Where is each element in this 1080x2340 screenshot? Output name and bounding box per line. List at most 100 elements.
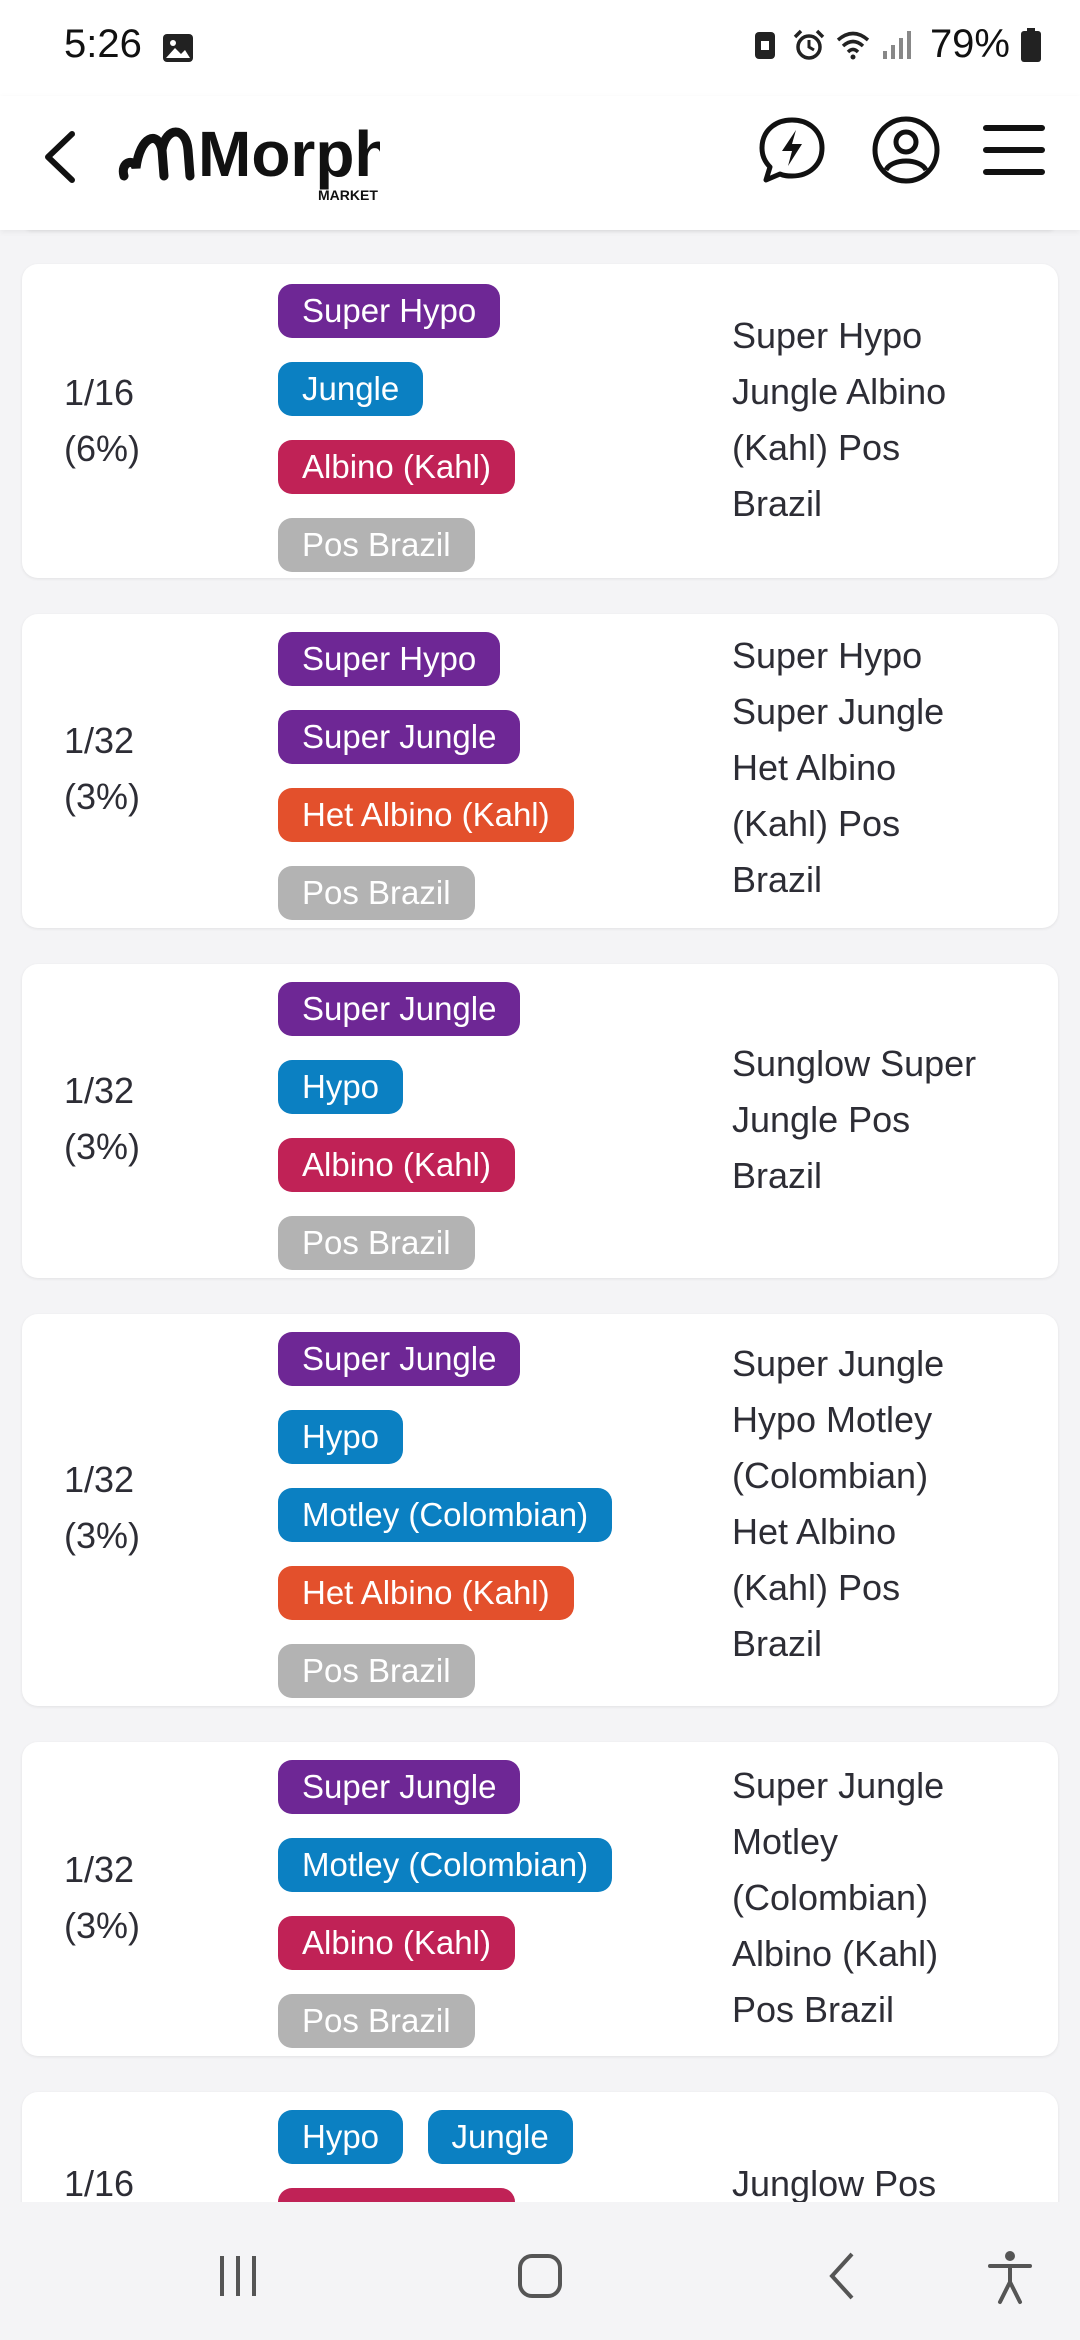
morph-name-line: Super Hypo	[732, 315, 923, 356]
odds-fraction: 1/16	[64, 372, 135, 413]
morph-name: Junglow Pos	[732, 2156, 1032, 2202]
morph-name: Super Hypo Super Jungle Het Albino (Kahl…	[732, 628, 1032, 908]
morph-name-line: Super Jungle	[732, 1343, 945, 1384]
morph-name: Super Jungle Motley (Colombian) Albino (…	[732, 1758, 1032, 2038]
morph-name-line: Brazil	[732, 1623, 823, 1664]
trait-tag[interactable]: Albino (Kahl)	[278, 1138, 515, 1192]
odds-label: 1/32 (3%)	[64, 713, 140, 825]
odds-fraction: 1/32	[64, 1070, 135, 1111]
trait-tag[interactable]: Jungle	[278, 362, 424, 416]
signal-icon	[882, 30, 911, 59]
morph-name-line: Jungle Albino	[732, 371, 947, 412]
trait-tag[interactable]: Super Hypo	[278, 632, 501, 686]
morph-name-line: Super Jungle	[732, 691, 945, 732]
odds-fraction: 1/32	[64, 1849, 135, 1890]
trait-tag[interactable]: Pos Brazil	[278, 1216, 475, 1270]
odds-label: 1/16 (6%)	[64, 365, 140, 477]
status-bar: 5:26 79%	[0, 0, 1080, 96]
battery-percent: 79%	[929, 22, 1010, 66]
trait-tag[interactable]: Het Albino (Kahl)	[278, 1566, 574, 1620]
result-card[interactable]: 1/32 (3%) Super Jungle Motley (Colombian…	[22, 1742, 1058, 2056]
morph-name-line: Het Albino	[732, 1511, 897, 1552]
result-card[interactable]: 1/32 (3%) Super Hypo Super Jungle Het Al…	[22, 614, 1058, 928]
odds-fraction: 1/16	[64, 2163, 135, 2202]
trait-tag[interactable]: Super Jungle	[278, 710, 521, 764]
odds-fraction: 1/32	[64, 1459, 135, 1500]
trait-tag[interactable]: Hypo	[278, 2110, 404, 2164]
morph-name: Super Jungle Hypo Motley (Colombian) Het…	[732, 1336, 1032, 1672]
odds-percent: (6%)	[64, 428, 141, 469]
odds-fraction: 1/32	[64, 720, 135, 761]
trait-tag[interactable]: Albino (Kahl)	[278, 1916, 515, 1970]
trait-tag[interactable]: Pos Brazil	[278, 866, 475, 920]
svg-text:Morph: Morph	[198, 118, 380, 190]
odds-percent: (3%)	[64, 776, 141, 817]
morph-name-line: (Kahl) Pos	[732, 803, 901, 844]
system-nav-bar	[0, 2202, 1080, 2340]
status-icons: 79%	[748, 22, 1042, 67]
trait-tag[interactable]: Motley (Colombian)	[278, 1488, 613, 1542]
chat-bolt-icon[interactable]	[756, 114, 828, 186]
trait-tag[interactable]: Albino (Kahl)	[278, 2188, 515, 2202]
odds-label: 1/32 (3%)	[64, 1452, 140, 1564]
trait-tag[interactable]: Super Jungle	[278, 982, 521, 1036]
odds-label: 1/32 (3%)	[64, 1063, 140, 1175]
morph-name: Super Hypo Jungle Albino (Kahl) Pos Braz…	[732, 308, 1032, 532]
svg-text:MARKET: MARKET	[318, 187, 378, 203]
trait-tag[interactable]: Het Albino (Kahl)	[278, 788, 574, 842]
morph-name-line: Pos Brazil	[732, 1989, 895, 2030]
wifi-icon	[836, 31, 870, 59]
odds-percent: (3%)	[64, 1515, 141, 1556]
trait-tag[interactable]: Super Jungle	[278, 1760, 521, 1814]
image-icon	[163, 34, 193, 62]
status-time: 5:26	[64, 22, 142, 66]
morph-name: Sunglow Super Jungle Pos Brazil	[732, 1036, 1032, 1204]
morph-name-line: Super Hypo	[732, 635, 923, 676]
result-card[interactable]: 1/32 (3%) Super Jungle Hypo Motley (Colo…	[22, 1314, 1058, 1706]
trait-tag[interactable]: Pos Brazil	[278, 518, 475, 572]
morph-name-line: Het Albino	[732, 747, 897, 788]
result-card[interactable]: 1/32 (3%) Super Jungle Hypo Albino (Kahl…	[22, 964, 1058, 1278]
accessibility-icon[interactable]	[980, 2246, 1040, 2306]
odds-percent: (3%)	[64, 1126, 141, 1167]
alarm-icon	[793, 29, 825, 60]
recent-apps-icon[interactable]	[208, 2246, 268, 2306]
odds-label: 1/32 (3%)	[64, 1842, 140, 1954]
hamburger-menu-icon[interactable]	[982, 120, 1046, 180]
trait-tag[interactable]: Hypo	[278, 1060, 404, 1114]
battery-icon	[1021, 27, 1041, 62]
morph-name-line: Brazil	[732, 859, 823, 900]
home-icon[interactable]	[510, 2246, 570, 2306]
trait-tag[interactable]: Super Jungle	[278, 1332, 521, 1386]
trait-tag[interactable]: Motley (Colombian)	[278, 1838, 613, 1892]
morph-name-line: Sunglow Super	[732, 1043, 977, 1084]
trait-tag[interactable]: Jungle	[427, 2110, 573, 2164]
offspring-results-list[interactable]: 1/16 (6%) Super Hypo Jungle Albino (Kahl…	[0, 230, 1080, 2202]
trait-tag[interactable]: Pos Brazil	[278, 1994, 475, 2048]
morph-name-line: Motley	[732, 1821, 839, 1862]
trait-tag[interactable]: Pos Brazil	[278, 1644, 475, 1698]
morph-name-line: Junglow Pos	[732, 2163, 937, 2202]
system-back-icon[interactable]	[812, 2246, 872, 2306]
trait-tag[interactable]: Hypo	[278, 1410, 404, 1464]
morph-name-line: Albino (Kahl)	[732, 1933, 939, 1974]
odds-percent: (3%)	[64, 1905, 141, 1946]
result-card[interactable]: 1/16 Hypo Jungle Albino (Kahl) Junglow P…	[22, 2092, 1058, 2202]
lock-icon	[754, 31, 775, 59]
odds-label: 1/16	[64, 2156, 134, 2202]
morph-name-line: (Colombian)	[732, 1877, 929, 1918]
morph-name-line: (Kahl) Pos	[732, 1567, 901, 1608]
account-icon[interactable]	[870, 114, 942, 186]
app-header: Morph MARKET	[0, 96, 1080, 230]
trait-tag[interactable]: Albino (Kahl)	[278, 440, 515, 494]
morph-name-line: Brazil	[732, 483, 823, 524]
morph-market-logo[interactable]: Morph MARKET	[118, 106, 380, 204]
trait-tag[interactable]: Super Hypo	[278, 284, 501, 338]
morph-name-line: Hypo Motley	[732, 1399, 933, 1440]
morph-name-line: Brazil	[732, 1155, 823, 1196]
morph-name-line: Super Jungle	[732, 1765, 945, 1806]
result-card[interactable]: 1/16 (6%) Super Hypo Jungle Albino (Kahl…	[22, 264, 1058, 578]
back-arrow-icon[interactable]	[38, 122, 82, 192]
morph-name-line: (Kahl) Pos	[732, 427, 901, 468]
morph-name-line: Jungle Pos	[732, 1099, 911, 1140]
